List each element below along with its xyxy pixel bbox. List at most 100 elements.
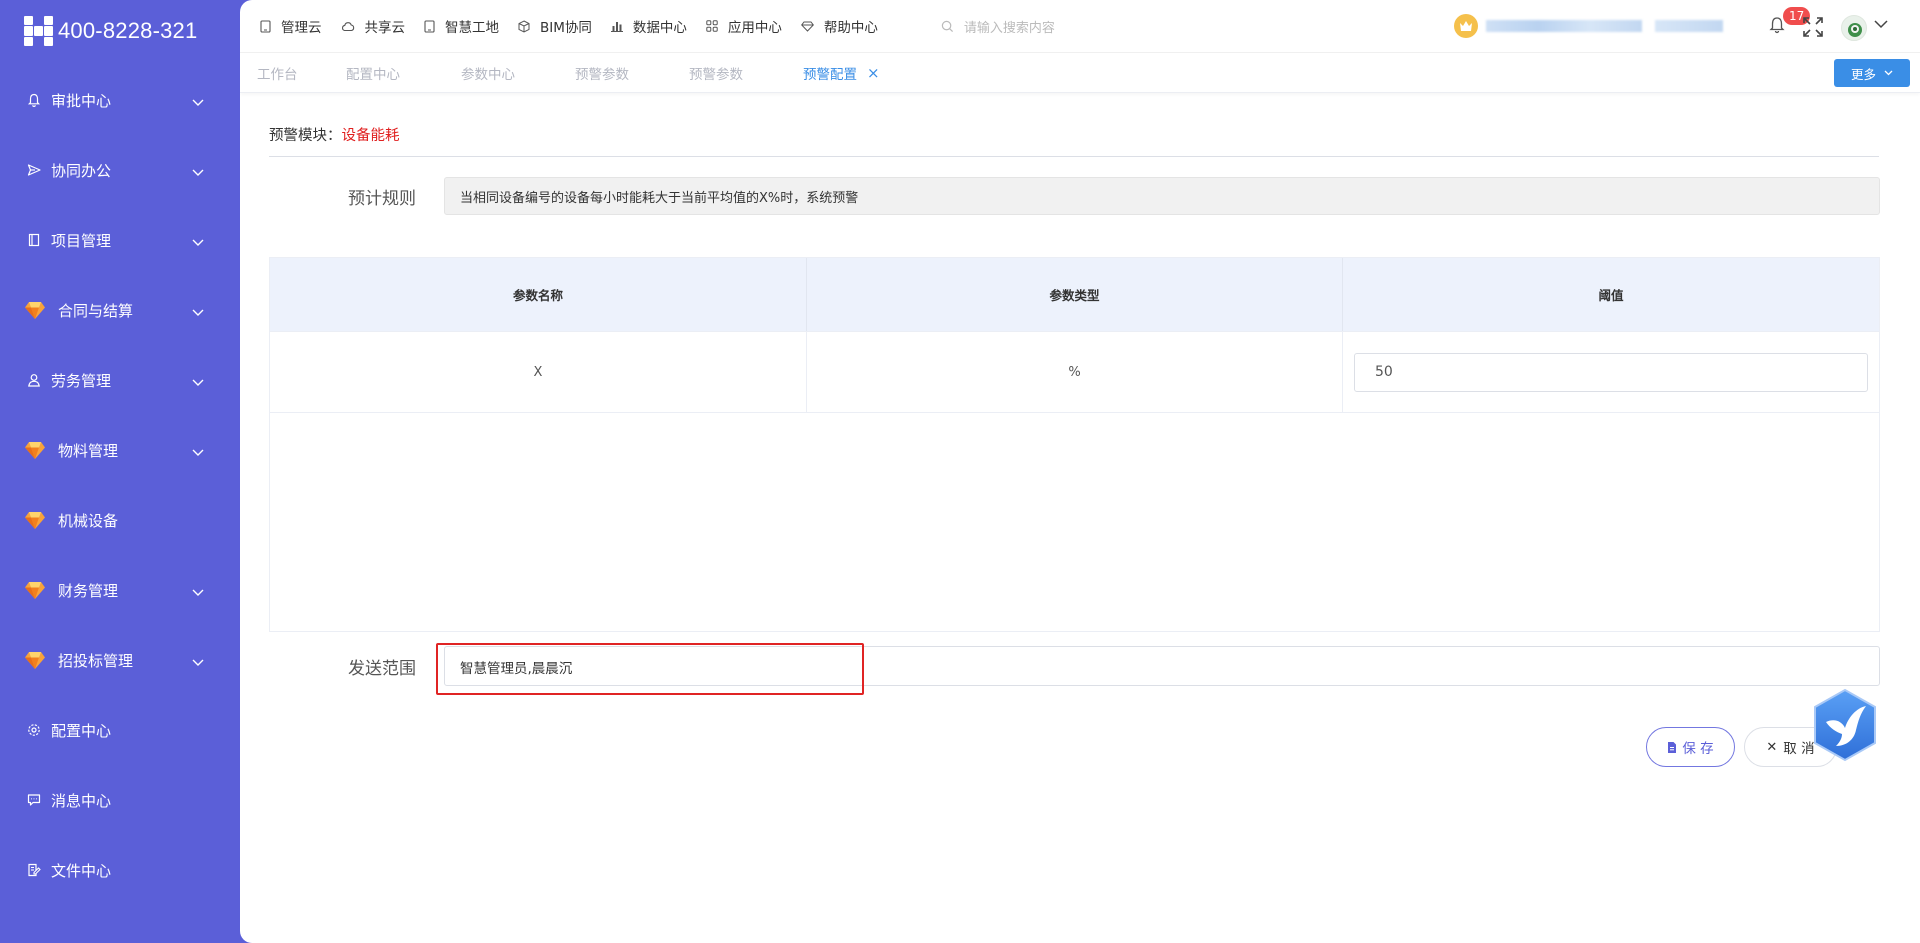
- file-edit-icon: [26, 862, 42, 878]
- top-nav-link[interactable]: 共享云: [341, 16, 406, 36]
- logo-phone: 400-8228-321: [58, 18, 198, 43]
- sidebar-item-label: 项目管理: [51, 231, 112, 250]
- logo[interactable]: 400-8228-321: [0, 0, 240, 62]
- diamond-icon: [800, 21, 819, 32]
- main-panel: 管理云 共享云 智慧工地 BIM协同 数据中心 应用中心 帮助中心 请输入搜索内容 17 工…: [240, 0, 1920, 943]
- gem-icon: [24, 299, 46, 321]
- sidebar-item-label: 物料管理: [58, 441, 119, 460]
- more-button-label: 更多: [1850, 66, 1876, 82]
- sidebar-item[interactable]: 配置中心: [0, 695, 240, 765]
- sidebar-item[interactable]: 合同与结算: [0, 275, 240, 345]
- table-row: X % 50: [270, 332, 1879, 413]
- tab-item[interactable]: 配置中心: [346, 63, 461, 83]
- highlight-box: [436, 643, 864, 695]
- tab-item[interactable]: 预警配置 ×: [803, 63, 893, 83]
- top-nav-link[interactable]: BIM协同: [518, 16, 592, 36]
- sidebar-item[interactable]: 财务管理: [0, 555, 240, 625]
- sidebar-item[interactable]: 文件中心: [0, 835, 240, 905]
- table-header: 参数名称 参数类型 阈值: [270, 258, 1879, 332]
- close-icon[interactable]: ×: [867, 64, 880, 82]
- sidebar-item-label: 消息中心: [51, 791, 112, 810]
- top-nav-link[interactable]: 应用中心: [706, 16, 782, 36]
- tab-item[interactable]: 工作台: [257, 63, 346, 83]
- sidebar-item[interactable]: 机械设备: [0, 485, 240, 555]
- chevron-down-icon: [192, 373, 204, 391]
- save-button[interactable]: 保 存: [1646, 727, 1735, 767]
- gear-icon: [26, 722, 42, 738]
- tab-bar: 工作台 配置中心 参数中心 预警参数 预警参数 预警配置 × 更多: [240, 53, 1920, 93]
- chevron-down-icon[interactable]: [1874, 20, 1888, 29]
- bird-assistant-icon[interactable]: [1812, 688, 1878, 762]
- sidebar-nav: 审批中心协同办公项目管理合同与结算劳务管理物料管理机械设备财务管理招投标管理配置…: [0, 65, 240, 905]
- threshold-input[interactable]: 50: [1354, 352, 1868, 392]
- chevron-down-icon: [192, 653, 204, 671]
- sidebar-item-label: 配置中心: [51, 721, 112, 740]
- sidebar-item-label: 协同办公: [51, 161, 112, 180]
- gem-icon: [24, 509, 46, 531]
- cloud-icon: [341, 21, 360, 32]
- sidebar-item-label: 机械设备: [58, 511, 119, 530]
- sidebar-item[interactable]: 招投标管理: [0, 625, 240, 695]
- chevron-down-icon: [192, 443, 204, 461]
- sidebar-item-label: 文件中心: [51, 861, 112, 880]
- top-nav-link[interactable]: 数据中心: [610, 16, 687, 36]
- top-nav-label: BIM协同: [540, 20, 592, 36]
- more-button[interactable]: 更多: [1834, 59, 1910, 87]
- top-nav-label: 管理云: [281, 20, 322, 36]
- tab-label: 工作台: [257, 66, 298, 83]
- tab-item[interactable]: 参数中心: [461, 63, 575, 83]
- top-nav-link[interactable]: 管理云: [260, 16, 322, 36]
- sidebar-item[interactable]: 物料管理: [0, 415, 240, 485]
- search-icon: [941, 20, 953, 32]
- crown-icon: [1454, 14, 1478, 38]
- tab-label: 预警参数: [689, 66, 743, 83]
- sidebar-item[interactable]: 项目管理: [0, 205, 240, 275]
- tab-item[interactable]: 预警参数: [689, 63, 803, 83]
- threshold-value: 50: [1375, 364, 1393, 380]
- top-nav-label: 共享云: [364, 20, 406, 36]
- parameter-table: 参数名称 参数类型 阈值 X % 50: [269, 257, 1880, 632]
- rule-text: 当相同设备编号的设备每小时能耗大于当前平均值的X%时，系统预警: [460, 190, 859, 206]
- tablet-icon: [424, 19, 440, 33]
- chevron-down-icon: [192, 93, 204, 111]
- blurred-username: [1486, 20, 1642, 32]
- logo-mark-icon: [24, 16, 54, 46]
- top-nav-label: 智慧工地: [445, 20, 499, 36]
- top-nav-link[interactable]: 智慧工地: [424, 16, 499, 36]
- module-value: 设备能耗: [341, 128, 400, 144]
- sidebar-item[interactable]: 消息中心: [0, 765, 240, 835]
- fullscreen-icon[interactable]: [1802, 16, 1824, 38]
- gem-icon: [24, 649, 46, 671]
- header-param-name: 参数名称: [270, 258, 807, 331]
- send-range-label: 发送范围: [348, 659, 416, 679]
- divider: [269, 156, 1879, 157]
- document-icon: [1668, 741, 1677, 753]
- top-nav-link[interactable]: 帮助中心: [800, 16, 878, 36]
- sidebar-item[interactable]: 审批中心: [0, 65, 240, 135]
- save-label: 保 存: [1682, 741, 1714, 757]
- chat-icon: [26, 792, 42, 808]
- sidebar-item-label: 劳务管理: [51, 371, 112, 390]
- cell-threshold: 50: [1343, 332, 1879, 412]
- grid-icon: [706, 20, 723, 32]
- top-bar: 管理云 共享云 智慧工地 BIM协同 数据中心 应用中心 帮助中心 请输入搜索内容 17: [240, 0, 1920, 53]
- sidebar-item[interactable]: 协同办公: [0, 135, 240, 205]
- top-nav-label: 帮助中心: [823, 20, 878, 36]
- avatar[interactable]: [1841, 15, 1867, 41]
- tab-item[interactable]: 预警参数: [575, 63, 689, 83]
- cancel-label: 取 消: [1783, 741, 1815, 757]
- tab-label: 参数中心: [461, 66, 515, 83]
- sidebar-item-label: 招投标管理: [58, 651, 134, 670]
- book-icon: [26, 232, 42, 248]
- sidebar-item[interactable]: 劳务管理: [0, 345, 240, 415]
- module-line: 预警模块：设备能耗: [269, 124, 400, 145]
- chevron-down-icon: [192, 233, 204, 251]
- search-box[interactable]: 请输入搜索内容: [941, 17, 1055, 36]
- cube-icon: [518, 19, 535, 33]
- top-nav-links: 管理云 共享云 智慧工地 BIM协同 数据中心 应用中心 帮助中心: [260, 16, 897, 36]
- chevron-down-icon: [192, 163, 204, 181]
- chevron-down-icon: [1884, 70, 1893, 76]
- tab-label: 预警配置: [803, 66, 857, 83]
- tablet-icon: [260, 19, 276, 33]
- send-icon: [26, 162, 42, 178]
